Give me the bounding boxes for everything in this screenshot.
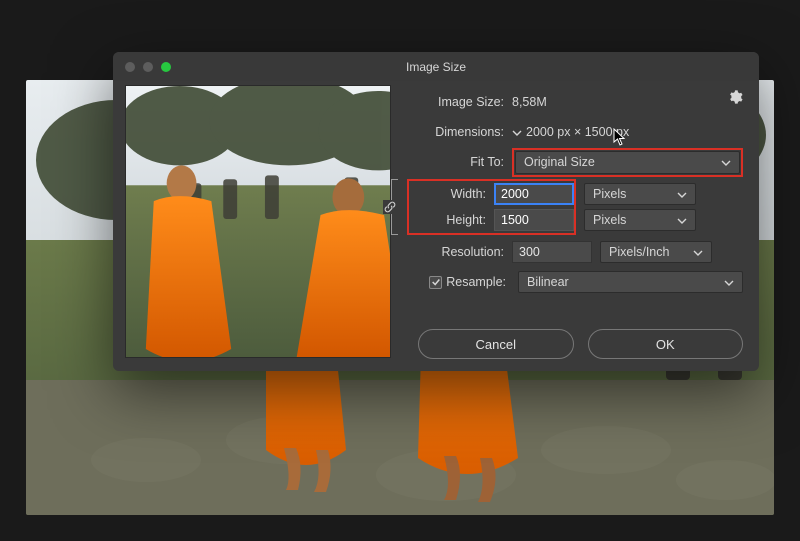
image-size-dialog: Image Size xyxy=(113,52,759,371)
chevron-down-icon xyxy=(721,157,731,167)
dialog-title: Image Size xyxy=(113,60,759,74)
chevron-down-icon xyxy=(693,247,703,257)
image-preview xyxy=(125,85,391,358)
dialog-buttons: Cancel OK xyxy=(418,329,743,359)
chevron-down-icon xyxy=(724,277,734,287)
image-size-value: 8,58M xyxy=(512,95,547,109)
ok-button[interactable]: OK xyxy=(588,329,744,359)
image-size-row: Image Size: 8,58M xyxy=(407,89,743,115)
resample-label: Resample: xyxy=(446,275,506,289)
height-input[interactable] xyxy=(494,209,574,231)
width-label: Width: xyxy=(409,187,494,201)
width-unit-select[interactable]: Pixels xyxy=(584,183,696,205)
chevron-down-icon xyxy=(677,215,687,225)
height-unit-select[interactable]: Pixels xyxy=(584,209,696,231)
dimensions-label: Dimensions: xyxy=(407,125,512,139)
fit-to-label: Fit To: xyxy=(407,155,512,169)
resolution-label: Resolution: xyxy=(407,245,512,259)
resample-checkbox[interactable] xyxy=(429,276,442,289)
width-input[interactable] xyxy=(494,183,574,205)
resample-select[interactable]: Bilinear xyxy=(518,271,743,293)
height-label: Height: xyxy=(409,213,494,227)
image-size-label: Image Size: xyxy=(407,95,512,109)
gear-icon[interactable] xyxy=(727,89,743,105)
resolution-input[interactable] xyxy=(512,241,592,263)
fit-to-highlight: Original Size xyxy=(512,148,743,177)
cursor-icon xyxy=(613,128,627,146)
resolution-unit-select[interactable]: Pixels/Inch xyxy=(600,241,712,263)
resample-row: Resample: Bilinear xyxy=(407,269,743,295)
resolution-row: Resolution: Pixels/Inch xyxy=(407,239,743,265)
resolution-unit-value: Pixels/Inch xyxy=(609,245,669,259)
height-unit-value: Pixels xyxy=(593,213,626,227)
resample-value: Bilinear xyxy=(527,275,569,289)
cancel-button[interactable]: Cancel xyxy=(418,329,574,359)
fit-to-select[interactable]: Original Size xyxy=(515,151,740,174)
width-unit-value: Pixels xyxy=(593,187,626,201)
width-height-block: Width: Height: Pixels xyxy=(407,179,743,235)
chevron-down-icon xyxy=(677,189,687,199)
dimensions-caret-icon[interactable] xyxy=(512,127,522,137)
dimensions-row: Dimensions: 2000 px × 1500 px xyxy=(407,119,743,145)
width-row: Width: xyxy=(409,181,574,207)
link-icon xyxy=(383,200,397,214)
fit-to-row: Fit To: Original Size xyxy=(407,149,743,175)
height-row: Height: xyxy=(409,207,574,233)
form-panel: Image Size: 8,58M Dimensions: 2000 px × … xyxy=(407,83,743,357)
titlebar: Image Size xyxy=(113,52,759,81)
fit-to-value: Original Size xyxy=(524,155,595,169)
width-height-highlight: Width: Height: xyxy=(407,179,576,235)
constrain-proportions[interactable] xyxy=(387,179,405,235)
